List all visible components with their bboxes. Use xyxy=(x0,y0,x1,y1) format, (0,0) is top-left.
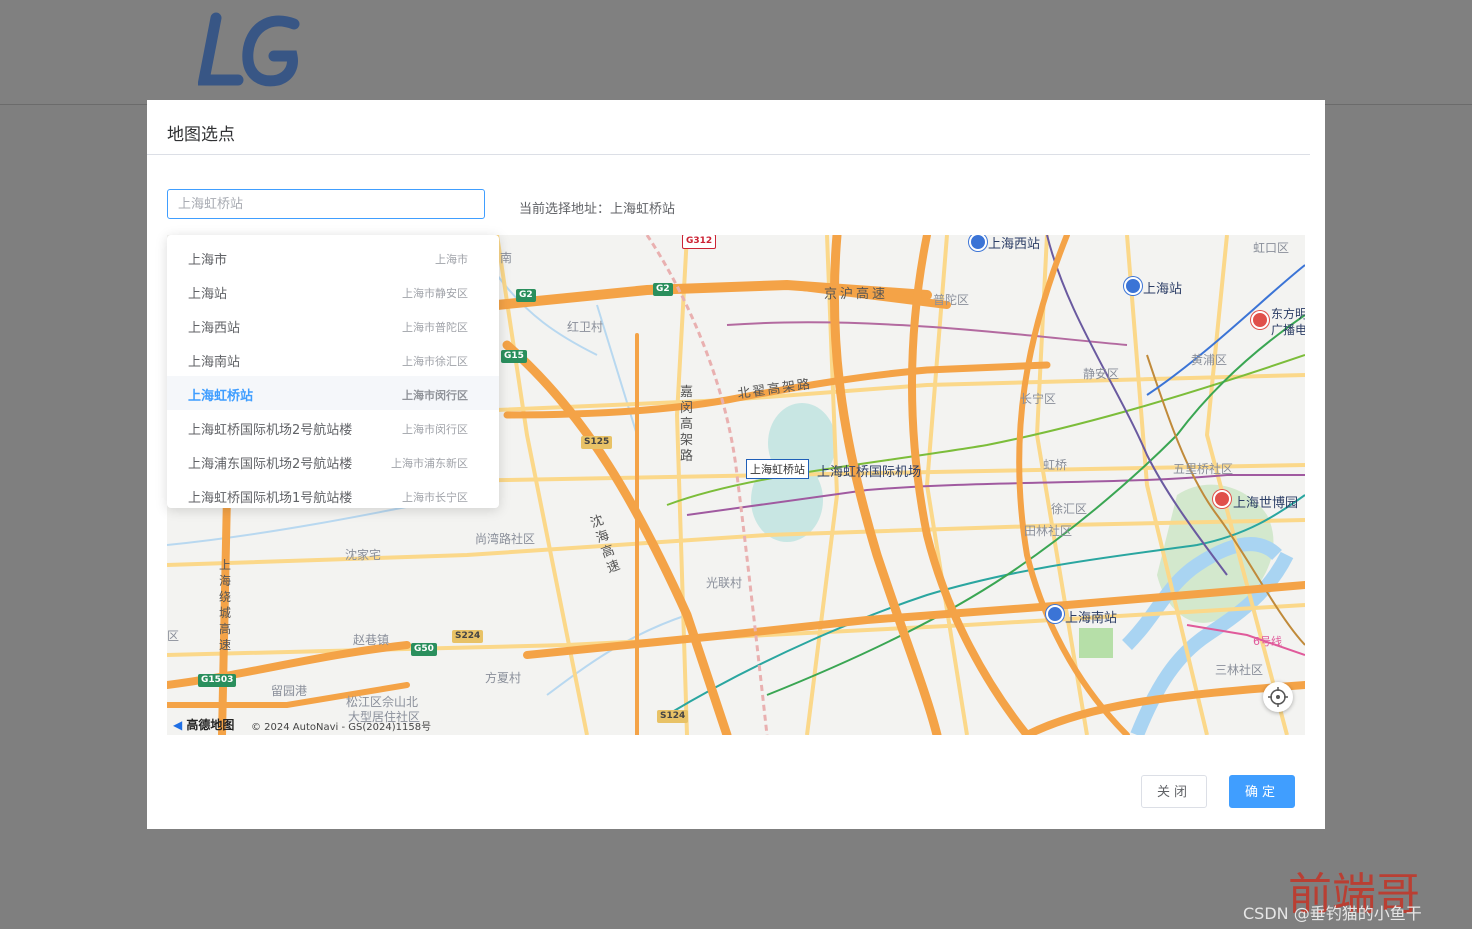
suggestion-item[interactable]: 上海站 上海市静安区 xyxy=(167,274,499,308)
page-header xyxy=(0,0,1472,105)
landmark-icon xyxy=(1251,311,1269,329)
train-station-icon xyxy=(1124,277,1142,295)
district-shangwan: 尚湾路社区 xyxy=(475,532,536,546)
district-huangpu: 黄浦区 xyxy=(1191,353,1228,367)
poi-oriental-2: 广播电 xyxy=(1271,323,1305,337)
poi-airport: 上海虹桥国际机场 xyxy=(817,465,922,480)
poi-expo: 上海世博园 xyxy=(1233,496,1299,511)
village-guanglian: 光联村 xyxy=(706,576,743,590)
title-divider xyxy=(147,154,1310,155)
road-jinghu: 京沪高速 xyxy=(824,287,889,302)
district-tianlin: 田林社区 xyxy=(1024,524,1073,538)
poi-shanghai-station: 上海站 xyxy=(1143,282,1183,297)
district-nan: 南 xyxy=(500,251,513,265)
watermark-text: CSDN @垂钓猫的小鱼干 xyxy=(1243,904,1422,923)
confirm-button[interactable]: 确定 xyxy=(1229,775,1295,808)
district-putuo: 普陀区 xyxy=(933,293,970,307)
highway-shield: G15 xyxy=(501,350,527,363)
highway-shield: S125 xyxy=(581,436,613,449)
village-hongwei: 红卫村 xyxy=(567,320,604,334)
suggestion-item[interactable]: 上海虹桥国际机场1号航站楼 上海市长宁区 xyxy=(167,478,499,508)
landmark-icon xyxy=(1213,490,1231,508)
suggestion-item[interactable]: 上海浦东国际机场2号航站楼 上海市浦东新区 xyxy=(167,444,499,478)
district-jingan: 静安区 xyxy=(1083,367,1120,381)
highway-shield: G2 xyxy=(516,289,536,302)
district-sanlin: 三林社区 xyxy=(1215,663,1264,677)
district-qu: 区 xyxy=(167,629,180,643)
map-copyright: © 2024 AutoNavi - GS(2024)1158号 xyxy=(251,722,432,733)
highway-shield: S124 xyxy=(657,710,689,723)
suggestion-item[interactable]: 上海西站 上海市普陀区 xyxy=(167,308,499,342)
district-hongkou: 虹口区 xyxy=(1253,241,1290,255)
highway-shield: S224 xyxy=(452,630,484,643)
train-station-icon xyxy=(1046,605,1064,623)
road-jiamin: 嘉闵高架路 xyxy=(680,385,694,464)
close-button[interactable]: 关闭 xyxy=(1141,775,1207,808)
dialog-title: 地图选点 xyxy=(167,125,235,145)
district-wulijiao: 五里桥社区 xyxy=(1173,462,1234,476)
district-changning: 长宁区 xyxy=(1020,392,1057,406)
highway-shield: G1503 xyxy=(198,674,237,687)
highway-shield: G312 xyxy=(682,235,717,249)
suggestion-item[interactable]: 上海市 上海市 xyxy=(167,240,499,274)
metro-line-6-label: 6号线 xyxy=(1253,635,1282,648)
amap-logo: ◀ 高德地图 xyxy=(173,718,235,732)
suggestion-item[interactable]: 上海南站 上海市徐汇区 xyxy=(167,342,499,376)
crosshair-icon xyxy=(1268,687,1288,707)
road-raocheng: 上海绕城高速 xyxy=(219,558,232,652)
village-fangxia: 方夏村 xyxy=(485,671,522,685)
dropdown-arrow xyxy=(318,228,332,235)
locate-button[interactable] xyxy=(1263,682,1293,712)
poi-oriental: 东方明 xyxy=(1271,307,1305,321)
district-hongqiao: 虹桥 xyxy=(1043,458,1068,472)
map-picker-dialog: 地图选点 当前选择地址：上海虹桥站 xyxy=(147,100,1325,829)
lg-logo xyxy=(198,12,300,87)
current-address-text: 当前选择地址：上海虹桥站 xyxy=(519,202,676,217)
district-xuhui: 徐汇区 xyxy=(1051,502,1088,516)
highway-shield: G2 xyxy=(653,283,673,296)
marker-label: 上海虹桥站 xyxy=(746,459,809,479)
suggestion-dropdown: 上海市 上海市 上海站 上海市静安区 上海西站 上海市普陀区 上海南站 上海市徐… xyxy=(167,235,499,508)
poi-shanghai-west: 上海西站 xyxy=(988,237,1041,252)
suggestion-item-selected[interactable]: 上海虹桥站 上海市闵行区 xyxy=(167,376,499,410)
poi-shanghai-south: 上海南站 xyxy=(1065,611,1118,626)
address-search-input[interactable] xyxy=(167,189,485,219)
highway-shield: G50 xyxy=(411,643,437,656)
village-shenjia: 沈家宅 xyxy=(345,548,382,562)
suggestion-item[interactable]: 上海虹桥国际机场2号航站楼 上海市闵行区 xyxy=(167,410,499,444)
town-zhaoxiang: 赵巷镇 xyxy=(353,633,390,647)
district-lubo: 留园港 xyxy=(271,684,308,698)
